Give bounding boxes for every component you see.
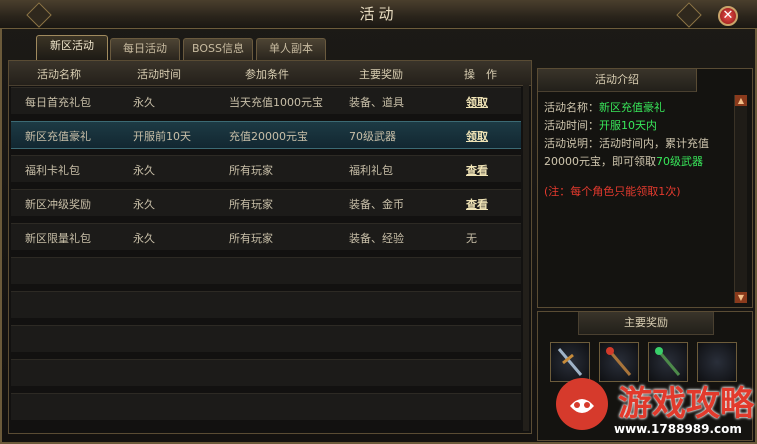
table-row[interactable]: 每日首充礼包 永久 当天充值1000元宝 装备、道具 领取	[11, 87, 521, 114]
watermark-url: www.1788989.com	[614, 422, 742, 436]
activity-table: 活动名称 活动时间 参加条件 主要奖励 操 作 每日首充礼包 永久 当天充值1000…	[8, 60, 532, 434]
cell-condition: 当天充值1000元宝	[229, 96, 323, 109]
empty-row	[11, 257, 521, 284]
cell-time: 永久	[133, 232, 155, 245]
intro-name-value: 新区充值豪礼	[599, 101, 665, 114]
cell-name: 新区冲级奖励	[25, 198, 91, 211]
intro-desc-value: 70级武器	[656, 155, 703, 168]
col-reward: 主要奖励	[359, 68, 403, 81]
table-row[interactable]: 新区充值豪礼 开服前10天 充值20000元宝 70级武器 领取	[11, 121, 521, 149]
rewards-header: 主要奖励	[578, 312, 714, 335]
intro-name-label: 活动名称：	[544, 101, 599, 114]
cell-name: 新区充值豪礼	[25, 130, 91, 143]
intro-panel: 活动介绍 活动名称：新区充值豪礼 活动时间：开服10天内 活动说明：活动时间内，…	[537, 68, 753, 308]
cell-name: 福利卡礼包	[25, 164, 80, 177]
table-row[interactable]: 福利卡礼包 永久 所有玩家 福利礼包 查看	[11, 155, 521, 182]
title-bar: 活动	[0, 0, 757, 29]
cell-reward: 70级武器	[349, 130, 396, 143]
intro-header: 活动介绍	[538, 69, 697, 92]
cell-action[interactable]: 领取	[466, 94, 488, 110]
cell-condition: 充值20000元宝	[229, 130, 308, 143]
cell-time: 开服前10天	[133, 130, 191, 143]
cell-action: 无	[466, 232, 477, 245]
intro-note: (注：每个角色只能领取1次)	[544, 185, 681, 198]
table-scrollbar[interactable]	[523, 85, 529, 431]
intro-scrollbar[interactable]: ▲ ▼	[734, 95, 747, 303]
window-title: 活动	[359, 5, 398, 23]
table-header: 活动名称 活动时间 参加条件 主要奖励 操 作	[9, 61, 531, 86]
empty-row	[11, 325, 521, 352]
col-condition: 参加条件	[245, 68, 289, 81]
scroll-down-icon[interactable]: ▼	[735, 292, 747, 303]
empty-row	[11, 291, 521, 318]
cell-condition: 所有玩家	[229, 198, 273, 211]
tab-daily-activity[interactable]: 每日活动	[110, 38, 180, 60]
empty-row	[11, 393, 521, 420]
col-action: 操 作	[464, 68, 497, 81]
table-row[interactable]: 新区冲级奖励 永久 所有玩家 装备、金币 查看	[11, 189, 521, 216]
cell-time: 永久	[133, 96, 155, 109]
intro-time-label: 活动时间：	[544, 119, 599, 132]
cell-time: 永久	[133, 198, 155, 211]
cell-condition: 所有玩家	[229, 232, 273, 245]
scroll-up-icon[interactable]: ▲	[735, 95, 747, 106]
intro-text: 活动名称：新区充值豪礼 活动时间：开服10天内 活动说明：活动时间内，累计充值2…	[544, 99, 732, 201]
cell-action[interactable]: 查看	[466, 162, 488, 178]
watermark-logo: 游戏攻略 www.1788989.com	[548, 376, 754, 440]
col-time: 活动时间	[137, 68, 181, 81]
table-row[interactable]: 新区限量礼包 永久 所有玩家 装备、经验 无	[11, 223, 521, 250]
cell-action[interactable]: 查看	[466, 196, 488, 212]
cell-reward: 装备、金币	[349, 198, 404, 211]
intro-time-value: 开服10天内	[599, 119, 657, 132]
cell-time: 永久	[133, 164, 155, 177]
cell-name: 新区限量礼包	[25, 232, 91, 245]
watermark-text: 游戏攻略	[618, 384, 754, 424]
cell-reward: 装备、经验	[349, 232, 404, 245]
col-name: 活动名称	[37, 68, 81, 81]
tab-new-server-activity[interactable]: 新区活动	[36, 35, 108, 60]
cell-condition: 所有玩家	[229, 164, 273, 177]
tab-solo-dungeon[interactable]: 单人副本	[256, 38, 326, 60]
empty-row	[11, 359, 521, 386]
close-button[interactable]: ✕	[718, 6, 738, 26]
cell-name: 每日首充礼包	[25, 96, 91, 109]
cell-action[interactable]: 领取	[466, 128, 488, 144]
cell-reward: 装备、道具	[349, 96, 404, 109]
tab-boss-info[interactable]: BOSS信息	[183, 38, 253, 60]
cell-reward: 福利礼包	[349, 164, 393, 177]
